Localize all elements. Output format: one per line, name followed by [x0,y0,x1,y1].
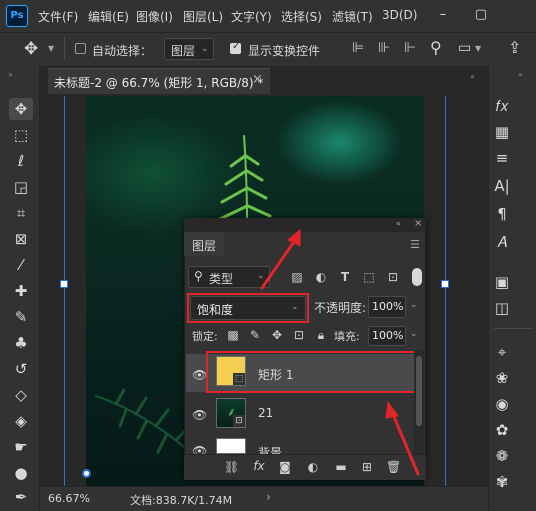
annotation-arrows [260,228,420,476]
